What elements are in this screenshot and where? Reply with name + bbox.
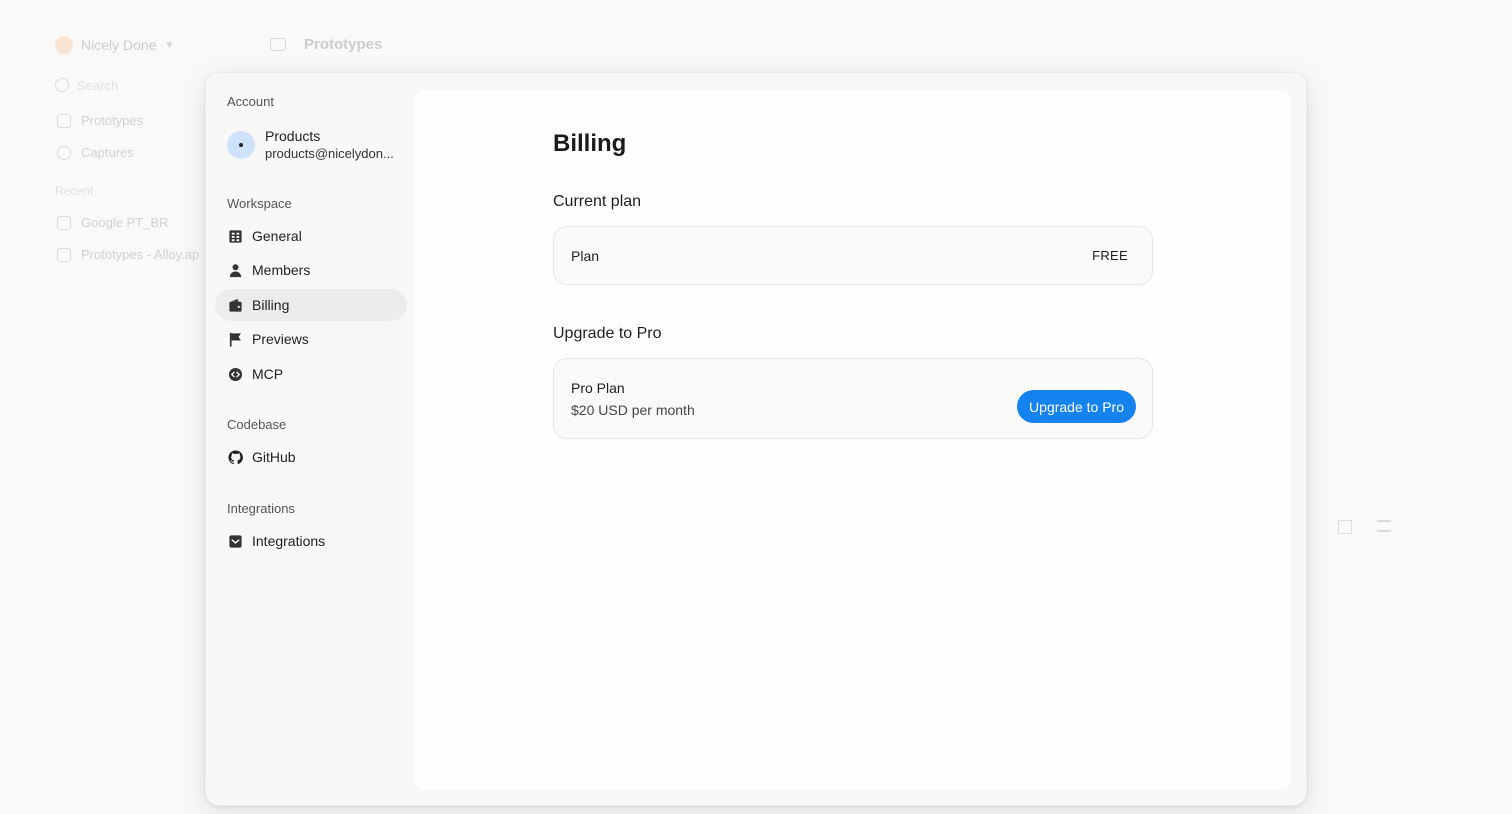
current-plan-heading: Current plan [553,193,642,210]
sidebar-item-label: Captures [81,145,134,160]
building-icon [227,228,243,244]
cube-icon [57,113,71,128]
search-placeholder: Search [77,77,119,93]
sidebar-item-integrations[interactable]: Integrations [215,525,407,557]
sidebar-item-members[interactable]: Members [215,254,407,286]
sidebar-item-label: Billing [252,297,290,313]
sidebar-toggle-icon [270,38,286,51]
avatar-dot [239,143,243,147]
layers-icon [57,215,71,230]
pro-plan-card: Pro Plan $20 USD per month Upgrade to Pr… [553,358,1153,439]
list-view-icon [1377,520,1391,532]
billing-content: Billing Current plan Plan FREE Upgrade t… [414,90,1291,790]
integrations-section-label: Integrations [227,501,295,516]
chevron-down-icon: ▼ [164,39,175,51]
recent-heading: Recent [55,184,94,198]
workspace-switcher: Nicely Done ▼ [55,36,174,54]
sidebar-item-label: Integrations [252,533,326,549]
plan-label: Plan [571,248,600,264]
wallet-icon [227,297,243,313]
sidebar-item-github[interactable]: GitHub [215,441,407,473]
recent-item: Google PT_BR [57,215,168,230]
github-icon [227,449,243,465]
code-icon [227,366,243,382]
plan-value: FREE [1092,248,1128,263]
sidebar-item-prototypes: Prototypes [57,113,143,128]
pro-plan-name: Pro Plan [571,380,625,396]
workspace-logo [55,36,73,54]
recent-item-label: Google PT_BR [81,215,169,230]
integration-icon [227,533,243,549]
sidebar-item-label: General [252,228,302,244]
workspace-name: Nicely Done [81,37,157,53]
search-input: Search [55,72,215,98]
sidebar-item-previews[interactable]: Previews [215,323,407,355]
account-info: Products products@nicelydon... [265,127,394,163]
page-title: Prototypes [304,36,383,53]
upgrade-heading: Upgrade to Pro [553,325,662,342]
sidebar-item-label: GitHub [252,449,296,465]
grid-view-icon [1338,520,1352,534]
search-icon [55,78,69,92]
settings-modal: Account Products products@nicelydon... W… [205,72,1307,806]
camera-icon [57,145,71,160]
account-card[interactable]: Products products@nicelydon... [227,127,394,163]
sidebar-item-label: Previews [252,331,309,347]
upgrade-button[interactable]: Upgrade to Pro [1017,390,1136,423]
account-section-label: Account [227,94,274,109]
sidebar-item-label: MCP [252,366,284,382]
pro-plan-price: $20 USD per month [571,402,695,418]
account-name: Products [265,128,321,144]
page-title-bar: Prototypes [270,36,382,53]
sidebar-item-general[interactable]: General [215,220,407,252]
person-icon [227,262,243,278]
avatar [227,131,255,159]
settings-sidebar: Account Products products@nicelydon... W… [206,73,414,805]
recent-item-label: Prototypes - Alloy.ap [81,247,200,262]
rocket-icon [57,247,71,262]
page-title: Billing [553,130,627,157]
recent-item: Prototypes - Alloy.ap [57,247,199,262]
workspace-section-label: Workspace [227,196,292,211]
current-plan-card: Plan FREE [553,226,1153,285]
sidebar-item-mcp[interactable]: MCP [215,358,407,390]
codebase-section-label: Codebase [227,417,287,432]
account-email: products@nicelydon... [265,146,394,161]
flag-icon [227,331,243,347]
sidebar-item-captures: Captures [57,145,134,160]
sidebar-item-label: Prototypes [81,113,144,128]
sidebar-item-billing[interactable]: Billing [215,289,407,321]
sidebar-item-label: Members [252,262,311,278]
